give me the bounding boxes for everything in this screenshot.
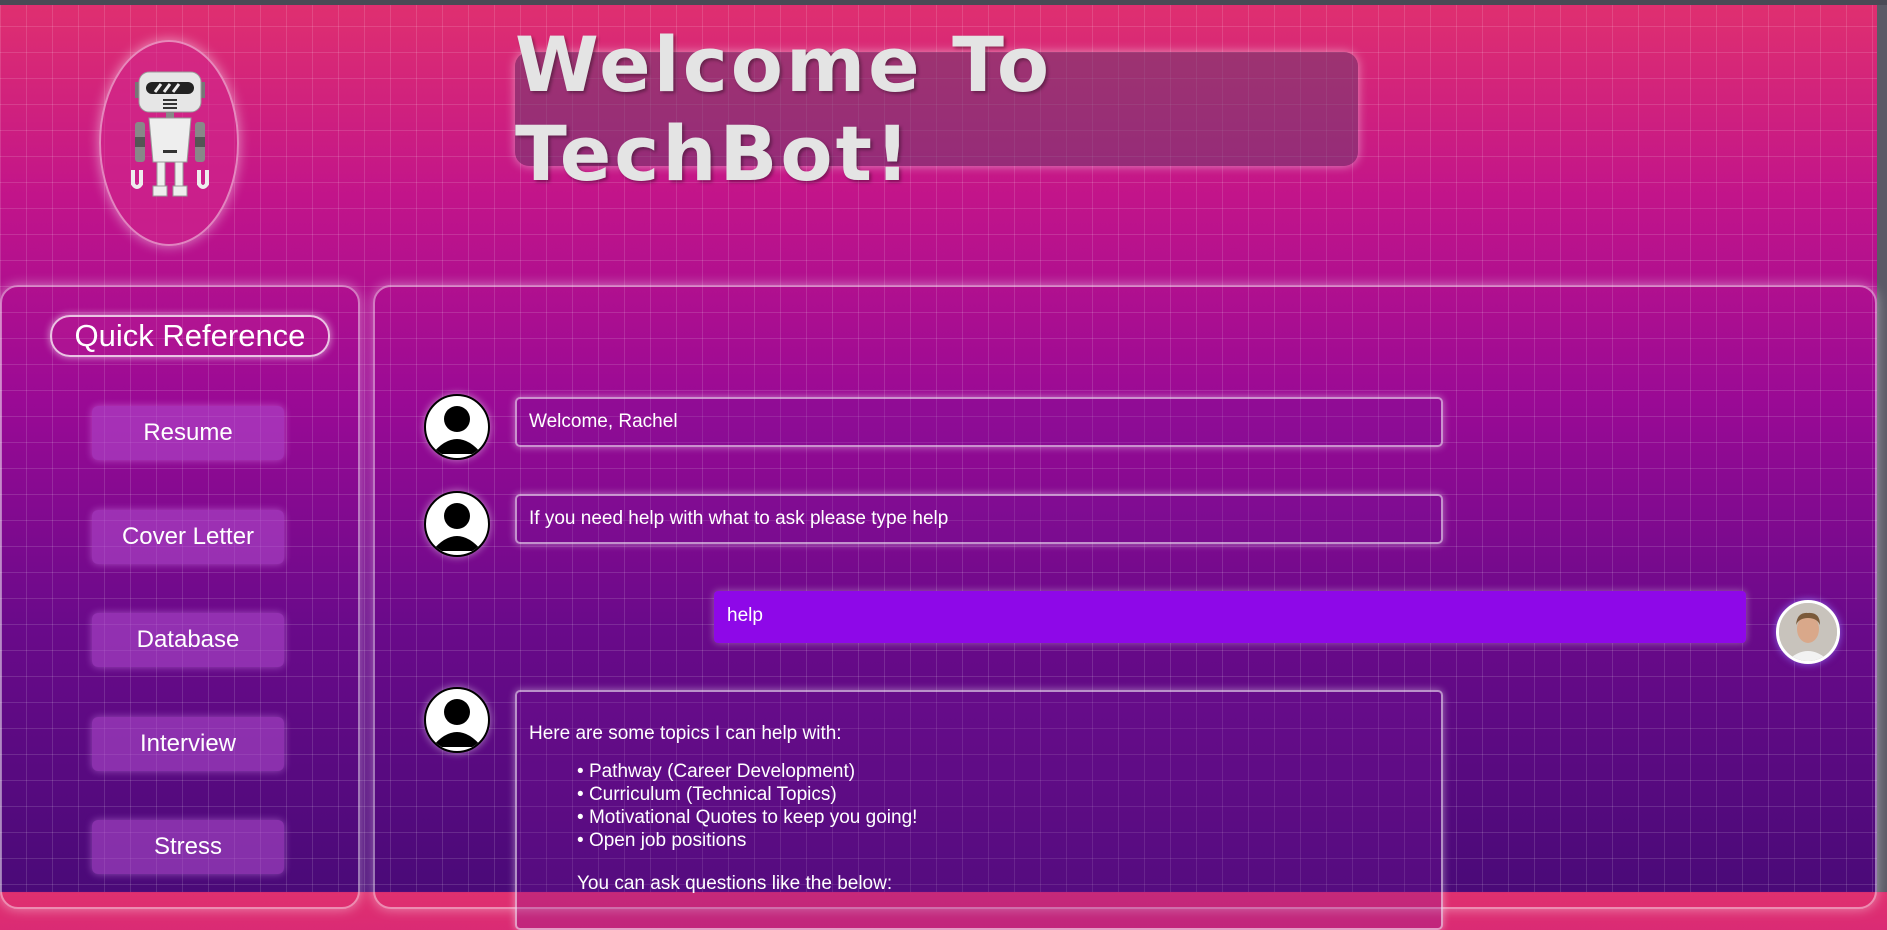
quick-reference-title: Quick Reference bbox=[50, 315, 330, 357]
user-silhouette-icon bbox=[432, 699, 482, 747]
topics-intro: Here are some topics I can help with: bbox=[529, 723, 842, 744]
list-item: Curriculum (Technical Topics) bbox=[577, 783, 1429, 806]
window-top-bar bbox=[0, 0, 1887, 5]
bot-avatar bbox=[424, 394, 490, 460]
user-silhouette-icon bbox=[432, 503, 482, 551]
chat-message-bot: If you need help with what to ask please… bbox=[515, 494, 1443, 544]
list-item: Open job positions bbox=[577, 829, 1429, 852]
bot-avatar bbox=[424, 491, 490, 557]
list-item: Pathway (Career Development) bbox=[577, 760, 1429, 783]
techbot-logo bbox=[99, 40, 239, 246]
page-title: Welcome To TechBot! bbox=[515, 20, 1053, 198]
interview-button[interactable]: Interview bbox=[92, 717, 284, 771]
chat-message-bot: Welcome, Rachel bbox=[515, 397, 1443, 447]
scrollbar[interactable] bbox=[1877, 5, 1887, 892]
database-button[interactable]: Database bbox=[92, 613, 284, 667]
title-banner: Welcome To TechBot! bbox=[515, 20, 1358, 198]
topics-list: Pathway (Career Development) Curriculum … bbox=[529, 760, 1429, 852]
resume-button[interactable]: Resume bbox=[92, 406, 284, 460]
list-item: Motivational Quotes to keep you going! bbox=[577, 806, 1429, 829]
chat-message-bot-topics: Here are some topics I can help with: Pa… bbox=[515, 690, 1443, 930]
user-photo bbox=[1779, 603, 1837, 661]
user-silhouette-icon bbox=[432, 406, 482, 454]
robot-icon bbox=[131, 71, 209, 197]
user-avatar bbox=[1776, 600, 1840, 664]
stress-button[interactable]: Stress bbox=[92, 820, 284, 874]
cover-letter-button[interactable]: Cover Letter bbox=[92, 510, 284, 564]
chat-message-user: help bbox=[714, 591, 1746, 643]
quick-reference-panel bbox=[0, 285, 360, 909]
bot-avatar bbox=[424, 687, 490, 753]
